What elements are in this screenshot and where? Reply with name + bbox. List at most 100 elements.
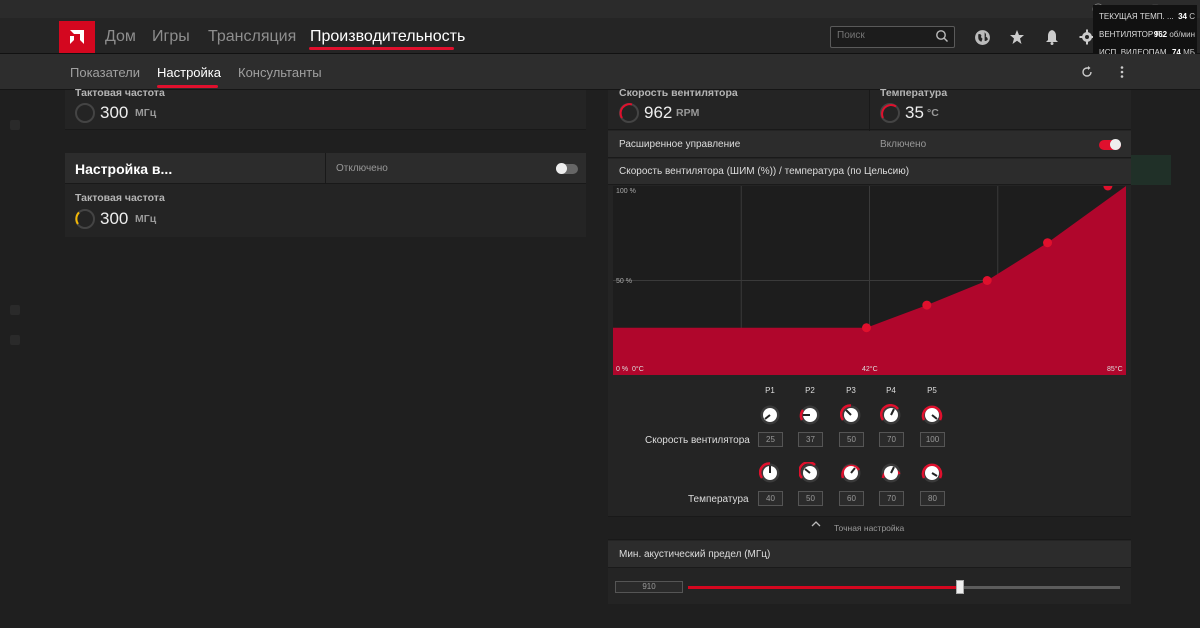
fan-p3-knob[interactable] [840,404,862,426]
fan-p2-value[interactable]: 37 [798,432,823,447]
tuning-title: Настройка в... [75,161,173,177]
clock-value: 300 [100,103,129,122]
toggle-knob [556,163,567,174]
bell-icon[interactable] [1041,26,1063,48]
star-icon[interactable] [1006,26,1028,48]
temp-p1-value[interactable]: 40 [758,491,783,506]
temperature-gauge-icon [880,103,900,123]
temp-p4-knob[interactable] [880,462,902,484]
divider [325,153,326,184]
temperature-card: Температура 35 °C [870,87,1131,130]
clock-unit: МГц [135,213,157,225]
overlay-value: 34 C [1178,12,1195,21]
temp-p2-value[interactable]: 50 [798,491,823,506]
title-bar: ◯ ▢ [0,0,1200,18]
nav-games[interactable]: Игры [152,28,190,46]
min-acoustic-slider-fill [688,586,961,589]
point-header: P5 [927,386,937,395]
clock-value: 300 [100,209,129,228]
min-acoustic-input[interactable]: 910 [615,581,683,593]
clock-gauge-icon [75,209,95,229]
amd-logo[interactable] [59,21,95,53]
min-acoustic-slider-thumb[interactable] [956,580,965,594]
chevron-up-icon[interactable] [811,520,821,531]
fan-p3-value[interactable]: 50 [839,432,864,447]
curve-point-p2[interactable] [922,300,932,310]
overlay-row: ТЕКУЩАЯ ТЕМП. ... 34 C [1099,12,1195,24]
advanced-control-label: Расширенное управление [619,139,741,150]
temp-p1-knob[interactable] [759,462,781,484]
nav-streaming[interactable]: Трансляция [208,28,296,46]
tab-active-indicator [157,85,218,88]
fan-p4-value[interactable]: 70 [879,432,904,447]
x-tick-label: 0°C [632,365,644,373]
overlay-label: ТЕКУЩАЯ ТЕМП. ... [1099,12,1174,21]
y-tick-label: 50 % [616,278,632,285]
nav-active-indicator [309,47,454,50]
temp-p5-value[interactable]: 80 [920,491,945,506]
temperature-unit: °C [927,107,939,119]
clock-unit: МГц [135,107,157,119]
fan-curve-chart[interactable]: 100 % 50 % 0 % 0°C 42°C 85°C [613,186,1126,375]
clock-gauge-icon [75,103,95,123]
temp-p2-knob[interactable] [799,462,821,484]
fan-speed-row-label: Скорость вентилятора [645,435,750,446]
point-header: P3 [846,386,856,395]
fan-p5-value[interactable]: 100 [920,432,945,447]
search-icon[interactable] [935,29,949,48]
tab-tuning[interactable]: Настройка [157,65,221,80]
fine-tune-label[interactable]: Точная настройка [834,523,904,533]
tuning-status: Отключено [336,163,388,174]
clock-label: Тактовая частота [75,87,165,99]
clock-label: Тактовая частота [75,192,165,204]
fan-p1-knob[interactable] [759,404,781,426]
temp-p4-value[interactable]: 70 [879,491,904,506]
background-content [10,120,20,130]
reset-icon[interactable] [1076,61,1098,83]
fan-speed-unit: RPM [676,107,700,119]
curve-point-p4[interactable] [1043,238,1053,248]
overlay-value: 962 об/мин [1153,30,1195,39]
point-header: P1 [765,386,775,395]
temperature-row-label: Температура [688,494,749,505]
fan-p2-knob[interactable] [799,404,821,426]
advanced-control-status: Включено [880,139,927,150]
temp-p5-knob[interactable] [921,462,943,484]
tab-advisors[interactable]: Консультанты [238,65,322,80]
curve-point-p1[interactable] [861,323,871,333]
point-header: P2 [805,386,815,395]
overlay-row: ВЕНТИЛЯТОР Г... 962 об/мин [1099,30,1195,42]
background-content [1131,155,1171,185]
nav-performance[interactable]: Производительность [310,28,465,46]
tab-metrics[interactable]: Показатели [70,65,140,80]
nav-home[interactable]: Дом [105,28,136,46]
fan-p1-value[interactable]: 25 [758,432,783,447]
temperature-value: 35 [905,103,924,122]
fan-p4-knob[interactable] [880,404,902,426]
temperature-label: Температура [880,87,948,99]
fan-speed-value: 962 [644,103,673,122]
fan-p5-knob[interactable] [921,404,943,426]
min-acoustic-label: Мин. акустический предел (МГц) [619,549,771,560]
globe-icon[interactable] [971,26,993,48]
curve-point-p3[interactable] [982,276,992,285]
x-tick-label: 85°C [1107,365,1123,373]
fan-speed-card: Скорость вентилятора 962 RPM [608,87,869,130]
y-tick-label: 0 % [616,366,628,373]
x-tick-label: 42°C [862,365,878,373]
fan-gauge-icon [619,103,639,123]
more-options-icon[interactable] [1111,61,1133,83]
background-content [10,335,20,345]
search-box[interactable] [830,26,955,48]
background-content [10,305,20,315]
fan-speed-label: Скорость вентилятора [619,87,738,99]
point-header: P4 [886,386,896,395]
advanced-control-toggle[interactable] [1099,139,1121,150]
toggle-knob [1110,139,1121,150]
search-input[interactable] [837,30,927,41]
tuning-panel: Настройка в... Отключено Тактовая частот… [65,153,586,237]
tuning-toggle[interactable] [556,163,578,174]
temp-p3-value[interactable]: 60 [839,491,864,506]
temp-p3-knob[interactable] [840,462,862,484]
chart-title: Скорость вентилятора (ШИМ (%)) / темпера… [619,166,910,177]
